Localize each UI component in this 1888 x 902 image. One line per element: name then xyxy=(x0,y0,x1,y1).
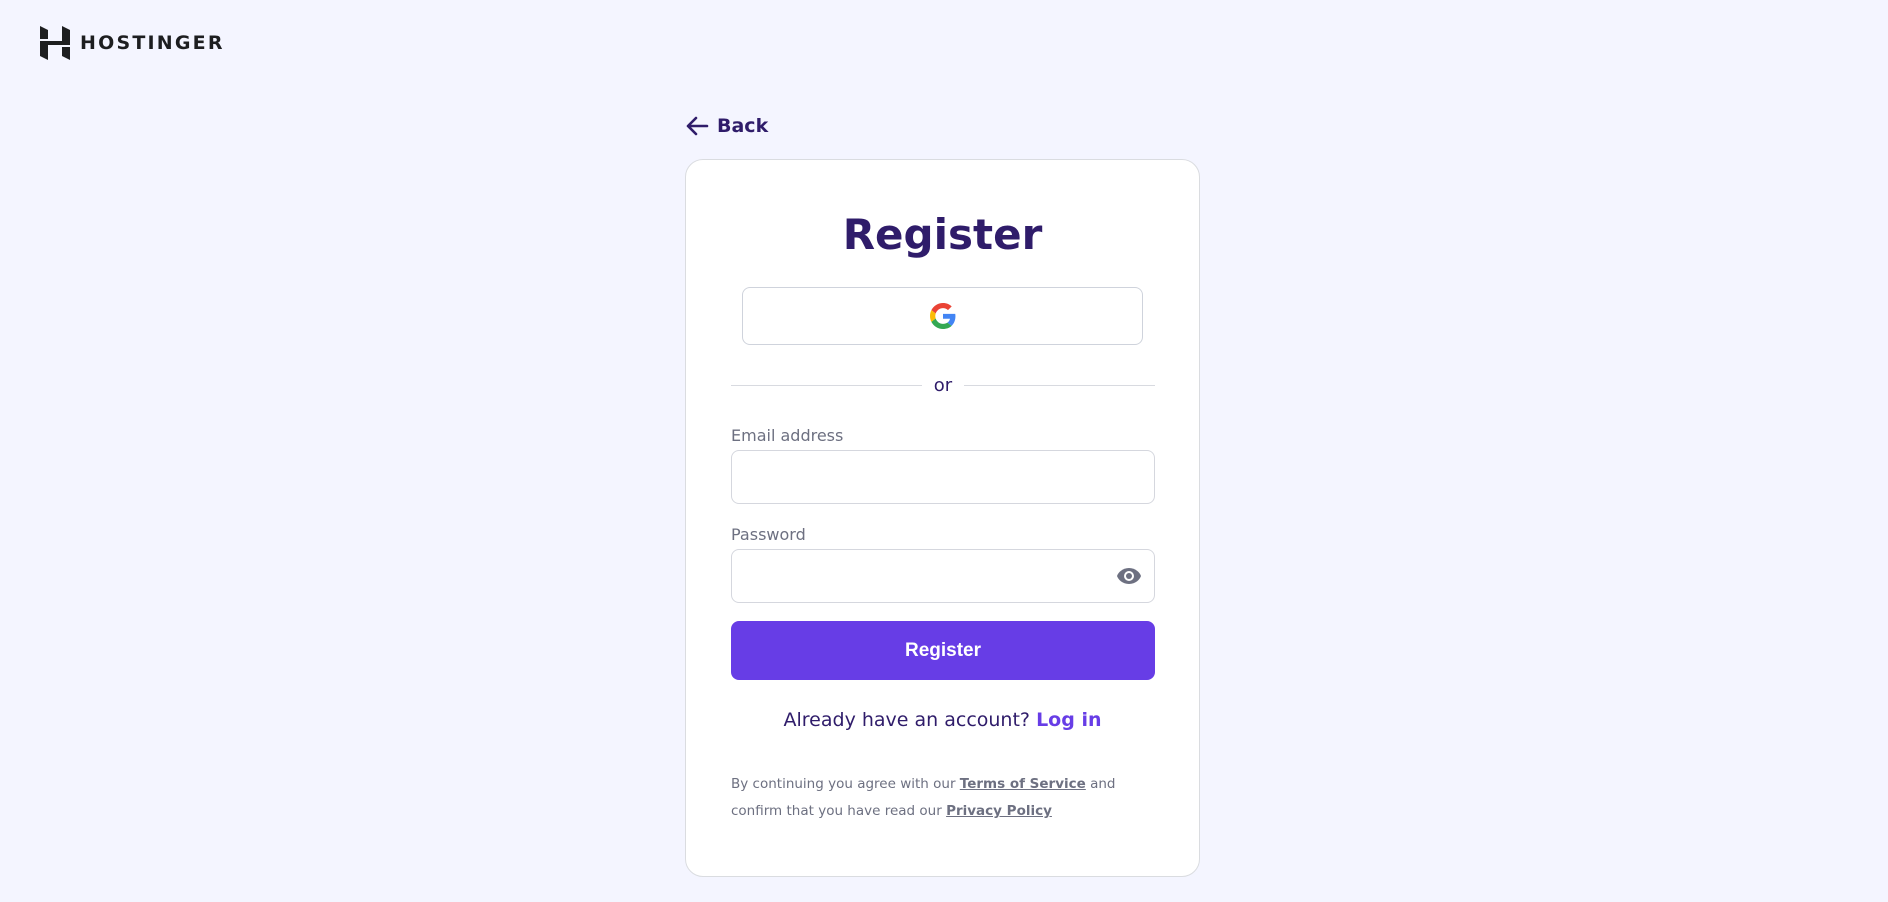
login-link[interactable]: Log in xyxy=(1036,709,1101,731)
brand-logo[interactable]: HOSTINGER xyxy=(40,26,225,60)
legal-notice: By continuing you agree with our Terms o… xyxy=(731,771,1155,825)
google-icon xyxy=(929,303,955,329)
eye-icon[interactable] xyxy=(1116,566,1142,590)
divider-text: or xyxy=(933,374,953,396)
brand-name: HOSTINGER xyxy=(80,32,225,54)
hostinger-logo-icon xyxy=(40,26,70,60)
password-field[interactable] xyxy=(731,549,1155,603)
register-button[interactable]: Register xyxy=(731,621,1155,680)
divider-line-right xyxy=(964,384,1156,386)
back-link[interactable]: Back xyxy=(685,115,768,137)
page-title: Register xyxy=(842,210,1043,259)
arrow-left-icon xyxy=(686,116,709,136)
terms-of-service-link[interactable]: Terms of Service xyxy=(960,776,1086,792)
google-signin-button[interactable] xyxy=(742,287,1143,345)
privacy-policy-link[interactable]: Privacy Policy xyxy=(946,803,1052,819)
password-label: Password xyxy=(731,525,806,544)
legal-text-1: By continuing you agree with our xyxy=(731,776,960,792)
login-prompt: Already have an account? Log in xyxy=(686,709,1199,731)
back-label: Back xyxy=(717,115,769,137)
login-prompt-text: Already have an account? xyxy=(783,709,1037,731)
email-field[interactable] xyxy=(731,450,1155,504)
email-label: Email address xyxy=(731,426,844,445)
divider-line-left xyxy=(731,384,922,386)
register-card: Register or Email address Password Regis… xyxy=(685,159,1200,877)
or-divider: or xyxy=(731,373,1156,397)
